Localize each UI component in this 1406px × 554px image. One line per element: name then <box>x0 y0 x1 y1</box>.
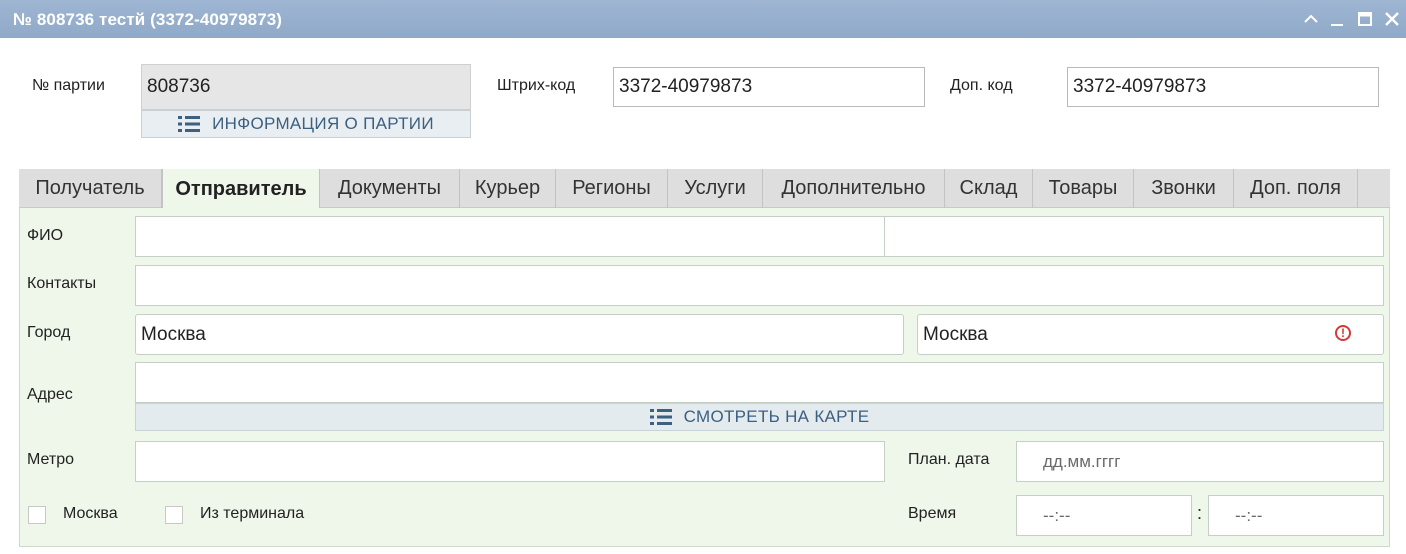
extra-code-field[interactable]: 3372-40979873 <box>1067 67 1379 107</box>
fio-label: ФИО <box>27 227 64 244</box>
batch-number-field: 808736 <box>141 64 471 110</box>
time-from-field[interactable]: --:-- <box>1016 495 1192 536</box>
collapse-icon[interactable] <box>1301 9 1321 29</box>
city-select-value: Москва <box>923 323 988 345</box>
close-icon[interactable] <box>1382 9 1402 29</box>
contacts-field[interactable] <box>135 265 1384 306</box>
list-icon <box>178 115 201 133</box>
batch-info-label: ИНФОРМАЦИЯ О ПАРТИИ <box>212 114 434 133</box>
city-label: Город <box>27 324 71 341</box>
plan-date-field[interactable]: дд.мм.гггг <box>1016 441 1384 482</box>
contacts-label: Контакты <box>27 275 97 292</box>
time-label: Время <box>908 505 957 522</box>
barcode-label: Штрих-код <box>497 77 576 94</box>
barcode-field[interactable]: 3372-40979873 <box>613 67 925 107</box>
tab-services[interactable]: Услуги <box>668 169 763 208</box>
address-label: Адрес <box>27 386 73 403</box>
error-icon: ! <box>1335 325 1351 341</box>
tab-courier[interactable]: Курьер <box>460 169 556 208</box>
terminal-checkbox-label: Из терминала <box>200 505 305 522</box>
view-on-map-button[interactable]: СМОТРЕТЬ НА КАРТЕ <box>135 403 1384 431</box>
terminal-checkbox[interactable] <box>165 506 183 524</box>
time-from-placeholder: --:-- <box>1043 505 1071 525</box>
tab-documents[interactable]: Документы <box>320 169 460 208</box>
tab-additional[interactable]: Дополнительно <box>763 169 945 208</box>
metro-field[interactable] <box>135 441 885 482</box>
tab-regions[interactable]: Регионы <box>556 169 668 208</box>
batch-label: № партии <box>32 77 105 94</box>
city-select-field[interactable]: Москва ! <box>917 314 1384 355</box>
moscow-checkbox-label: Москва <box>63 505 118 522</box>
time-separator: : <box>1197 503 1203 523</box>
address-field[interactable] <box>135 362 1384 403</box>
fio-field-2[interactable] <box>884 216 1384 257</box>
plan-date-placeholder: дд.мм.гггг <box>1043 451 1121 471</box>
moscow-checkbox[interactable] <box>28 506 46 524</box>
tab-warehouse[interactable]: Склад <box>945 169 1033 208</box>
tab-sender[interactable]: Отправитель <box>162 169 320 209</box>
batch-info-button[interactable]: ИНФОРМАЦИЯ О ПАРТИИ <box>141 110 471 138</box>
minimize-icon[interactable] <box>1327 9 1347 29</box>
window-titlebar: № 808736 тестй (3372-40979873) <box>0 0 1406 38</box>
fio-field-1[interactable] <box>135 216 885 257</box>
maximize-icon[interactable] <box>1355 9 1375 29</box>
list-icon <box>649 408 672 426</box>
tab-bar: Получатель Отправитель Документы Курьер … <box>19 169 1390 209</box>
extra-code-label: Доп. код <box>950 77 1013 94</box>
tab-calls[interactable]: Звонки <box>1134 169 1234 208</box>
plan-date-label: План. дата <box>908 451 990 468</box>
tab-goods[interactable]: Товары <box>1033 169 1134 208</box>
city-field[interactable]: Москва <box>135 314 904 355</box>
time-to-field[interactable]: --:-- <box>1208 495 1384 536</box>
tab-recipient[interactable]: Получатель <box>19 169 162 208</box>
metro-label: Метро <box>27 451 74 468</box>
view-on-map-label: СМОТРЕТЬ НА КАРТЕ <box>683 407 870 426</box>
time-to-placeholder: --:-- <box>1235 505 1263 525</box>
window-title: № 808736 тестй (3372-40979873) <box>13 10 283 29</box>
tab-extra-fields[interactable]: Доп. поля <box>1234 169 1358 208</box>
